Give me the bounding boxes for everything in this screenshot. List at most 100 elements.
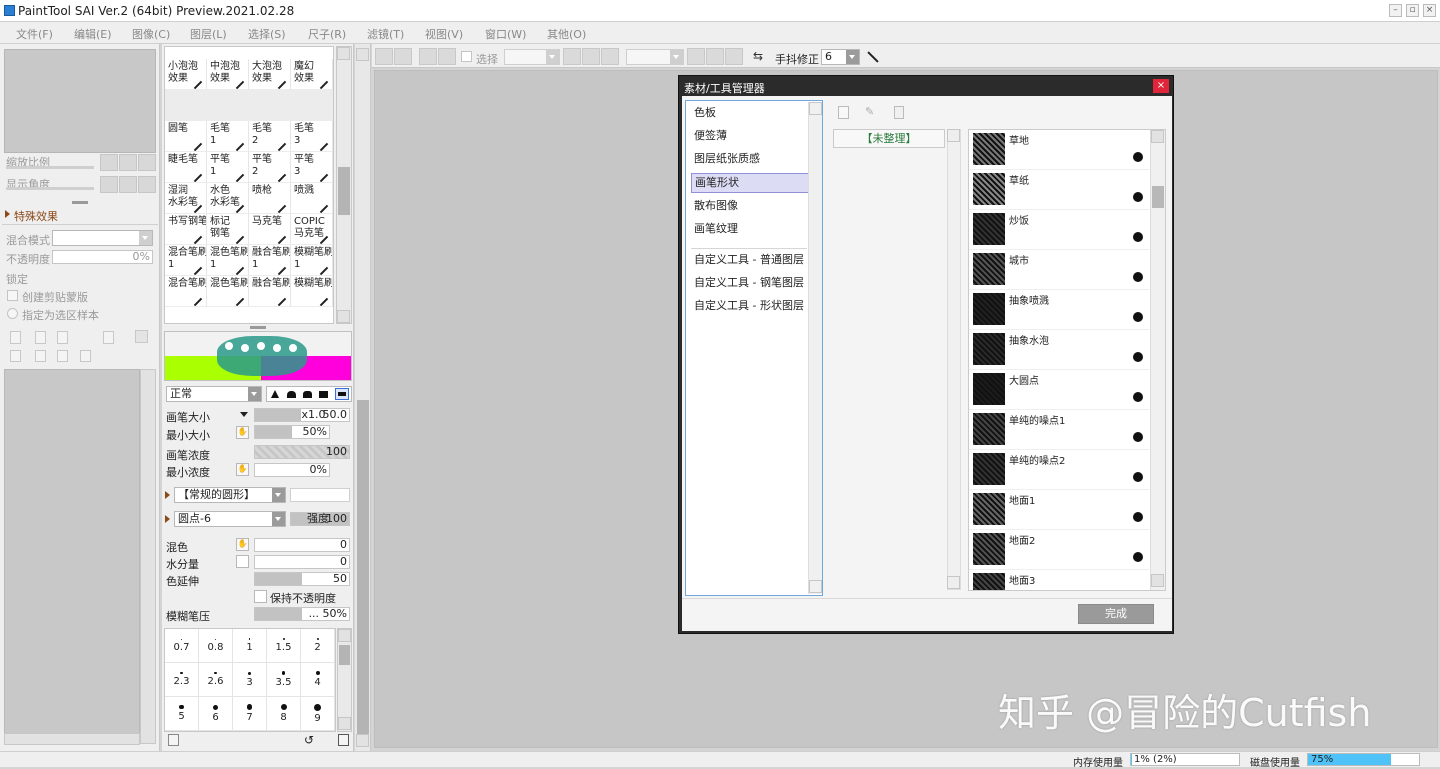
brush-size-cell[interactable]: 6 bbox=[199, 697, 233, 731]
pressure-icon[interactable]: ✋ bbox=[236, 538, 249, 551]
brush-slot[interactable]: COPIC马克笔 bbox=[291, 214, 333, 245]
expand-arrow-icon[interactable] bbox=[5, 210, 10, 218]
category-palette[interactable]: 色板 bbox=[691, 104, 809, 124]
scroll-down-button[interactable] bbox=[1151, 574, 1164, 587]
brush-size-bar[interactable]: x1.050.0 bbox=[254, 408, 350, 422]
brush-size-cell[interactable]: 9 bbox=[301, 697, 335, 731]
brush-slot[interactable]: 睫毛笔 bbox=[165, 152, 207, 183]
brush-slot[interactable]: 大泡泡效果 bbox=[249, 59, 291, 90]
toolbar-button[interactable] bbox=[419, 48, 437, 65]
brush-tip-shapes[interactable] bbox=[266, 386, 352, 402]
scroll-up-button[interactable] bbox=[337, 47, 350, 60]
rotate-slider[interactable] bbox=[6, 187, 94, 190]
size-delete-icon[interactable] bbox=[168, 734, 179, 746]
new-layer-icon[interactable] bbox=[10, 331, 21, 344]
brush-grid-scrollbar[interactable] bbox=[336, 46, 352, 324]
category-scrollbar[interactable] bbox=[808, 102, 822, 594]
category-custom-shape[interactable]: 自定义工具 - 形状图层 bbox=[691, 297, 809, 317]
size-dropdown-arrow-icon[interactable] bbox=[240, 412, 248, 417]
menu-layer[interactable]: 图层(L) bbox=[190, 26, 227, 42]
scroll-down-button[interactable] bbox=[356, 734, 369, 747]
brush-size-cell[interactable]: 0.7 bbox=[165, 629, 199, 663]
layer-mask-icon[interactable] bbox=[103, 331, 114, 344]
layer-opacity-bar[interactable]: 0% bbox=[52, 250, 153, 264]
brush-size-cell[interactable]: 2.3 bbox=[165, 663, 199, 697]
category-custom-normal[interactable]: 自定义工具 - 普通图层 bbox=[691, 251, 809, 271]
tip-soft-icon[interactable] bbox=[303, 391, 312, 398]
tip-flat-icon[interactable] bbox=[319, 391, 328, 398]
material-item[interactable]: 草地 bbox=[969, 130, 1149, 170]
brush-slot[interactable]: 毛笔1 bbox=[207, 121, 249, 152]
toolbar-button[interactable] bbox=[582, 48, 600, 65]
layer-blend-mode-select[interactable] bbox=[52, 230, 153, 246]
toolbar-button[interactable] bbox=[394, 48, 412, 65]
brush-shape-select[interactable]: 【未整理】【常规的圆形】 bbox=[174, 487, 286, 503]
blend-bar[interactable]: 0 bbox=[254, 538, 350, 552]
pressure-icon[interactable]: ✋ bbox=[236, 463, 249, 476]
gear-icon[interactable] bbox=[1133, 272, 1143, 282]
brush-size-cell[interactable]: 1 bbox=[233, 629, 267, 663]
brush-size-cell[interactable]: 5 bbox=[165, 697, 199, 731]
material-scrollbar[interactable] bbox=[1150, 130, 1165, 590]
layer-list[interactable] bbox=[4, 369, 140, 744]
zoom-out-button[interactable] bbox=[100, 154, 118, 171]
category-scatter-image[interactable]: 散布图像 bbox=[691, 197, 809, 217]
brush-slot[interactable]: 湿润水彩笔 bbox=[165, 183, 207, 214]
scroll-up-button[interactable] bbox=[356, 48, 369, 61]
water-bar[interactable]: 0 bbox=[254, 555, 350, 569]
pressure-icon[interactable]: ✋ bbox=[236, 426, 249, 439]
special-effects-header[interactable]: 特殊效果 bbox=[14, 208, 58, 224]
toolbar-button[interactable] bbox=[438, 48, 456, 65]
menu-ruler[interactable]: 尺子(R) bbox=[308, 26, 346, 42]
expand-arrow-icon[interactable] bbox=[165, 491, 170, 499]
done-button[interactable]: 完成 bbox=[1078, 604, 1154, 624]
material-item[interactable]: 大圆点 bbox=[969, 370, 1149, 410]
color-stretch-bar[interactable]: 50 bbox=[254, 572, 350, 586]
gear-icon[interactable] bbox=[1133, 432, 1143, 442]
min-size-bar[interactable]: 50% bbox=[254, 425, 330, 439]
expand-arrow-icon[interactable] bbox=[165, 515, 170, 523]
brush-slot[interactable]: 融合笔刷 bbox=[249, 276, 291, 307]
material-item[interactable]: 抽象喷溅 bbox=[969, 290, 1149, 330]
gear-icon[interactable] bbox=[1133, 312, 1143, 322]
brush-slot[interactable]: 融合笔刷1 bbox=[249, 245, 291, 276]
density-bar[interactable]: 100 bbox=[254, 445, 350, 459]
shape-strength-bar[interactable] bbox=[290, 488, 350, 502]
toolbar-button[interactable] bbox=[375, 48, 393, 65]
menu-view[interactable]: 视图(V) bbox=[425, 26, 463, 42]
gear-icon[interactable] bbox=[1133, 552, 1143, 562]
size-save-icon[interactable] bbox=[338, 734, 349, 746]
brush-slot[interactable]: 标记钢笔 bbox=[207, 214, 249, 245]
brush-slot[interactable]: 混合笔刷1 bbox=[165, 245, 207, 276]
toolbar-button[interactable] bbox=[706, 48, 724, 65]
menu-image[interactable]: 图像(C) bbox=[132, 26, 170, 42]
category-notepad[interactable]: 便签薄 bbox=[691, 127, 809, 147]
rotate-right-button[interactable] bbox=[119, 176, 137, 193]
menu-select[interactable]: 选择(S) bbox=[248, 26, 286, 42]
size-reset-icon[interactable]: ↺ bbox=[304, 734, 314, 746]
menu-other[interactable]: 其他(O) bbox=[547, 26, 586, 42]
material-item[interactable]: 炒饭 bbox=[969, 210, 1149, 250]
brush-slot[interactable]: 魔幻效果 bbox=[291, 59, 333, 90]
trash-icon[interactable] bbox=[80, 350, 91, 362]
brush-slot[interactable]: 平笔1 bbox=[207, 152, 249, 183]
gear-icon[interactable] bbox=[1133, 192, 1143, 202]
scroll-down-button[interactable] bbox=[337, 310, 350, 323]
toolbar-button[interactable] bbox=[563, 48, 581, 65]
material-item[interactable]: 单纯的噪点2 bbox=[969, 450, 1149, 490]
rotate-reset-button[interactable] bbox=[138, 176, 156, 193]
tip-square-selected-icon[interactable] bbox=[335, 388, 349, 400]
brush-slot[interactable]: 模糊笔刷1 bbox=[291, 245, 333, 276]
stabilizer-select[interactable]: 6 bbox=[821, 49, 860, 65]
brush-slot[interactable]: 喷溅 bbox=[291, 183, 333, 214]
category-brush-shape[interactable]: 画笔形状 bbox=[691, 173, 809, 193]
min-density-bar[interactable]: 0% bbox=[254, 463, 330, 477]
layer-settings-icon[interactable] bbox=[135, 330, 148, 343]
brush-size-cell[interactable]: 1.5 bbox=[267, 629, 301, 663]
brush-slot[interactable]: 喷枪 bbox=[249, 183, 291, 214]
gear-icon[interactable] bbox=[1133, 232, 1143, 242]
brush-slot[interactable]: 毛笔2 bbox=[249, 121, 291, 152]
panel-scrollbar[interactable] bbox=[355, 44, 371, 751]
scroll-up-button[interactable] bbox=[809, 102, 822, 115]
material-item[interactable]: 草纸 bbox=[969, 170, 1149, 210]
